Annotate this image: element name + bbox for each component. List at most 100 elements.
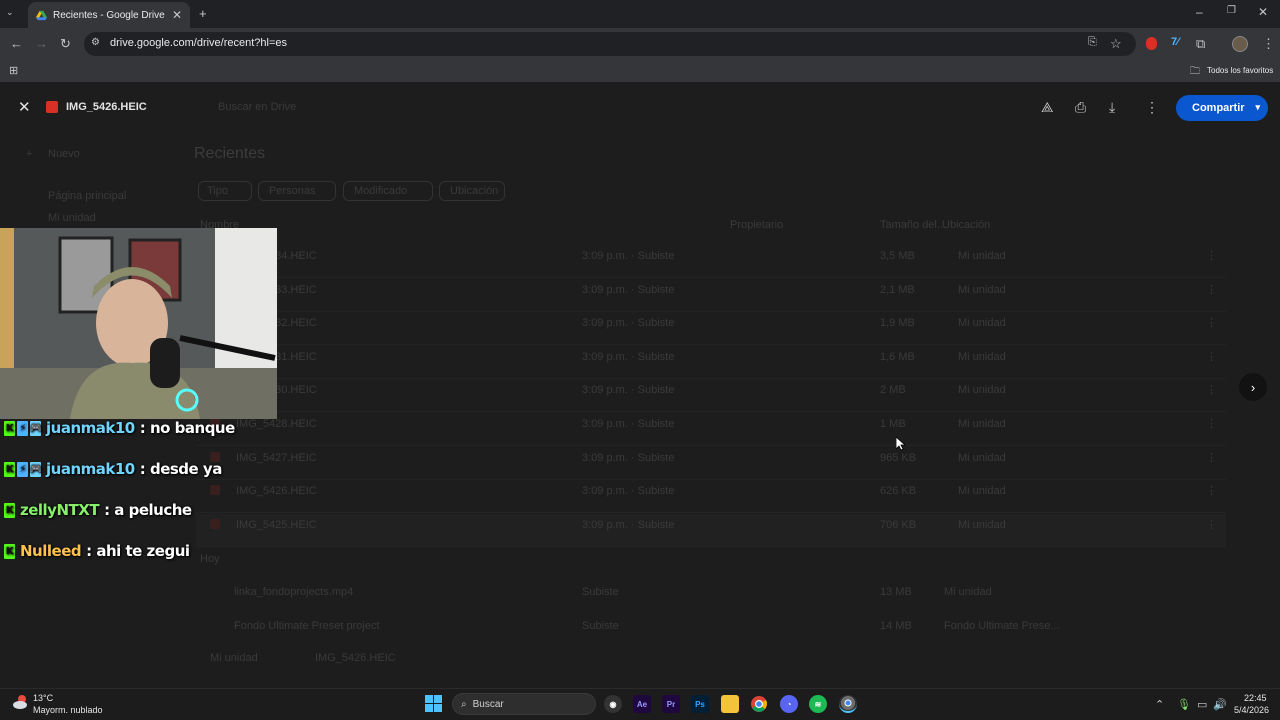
bookmark-star-icon[interactable]: ☆: [1110, 36, 1122, 52]
file-location: Mi unidad: [958, 418, 1006, 430]
close-viewer-icon[interactable]: ✕: [18, 98, 31, 116]
tab-search-icon[interactable]: ⌄: [6, 7, 14, 18]
row-more-icon[interactable]: ⋮: [1206, 316, 1217, 329]
breadcrumb-root: Mi unidad: [210, 652, 258, 664]
profile-avatar[interactable]: [1232, 36, 1248, 52]
file-row[interactable]: IMG_5433.HEIC3:09 p.m. · Subiste2,1 MBMi…: [196, 279, 1226, 312]
file-name: IMG_5426.HEIC: [236, 485, 317, 497]
extensions-puzzle-icon[interactable]: ⧉: [1196, 36, 1205, 52]
file-row[interactable]: IMG_5434.HEIC3:09 p.m. · Subiste3,5 MBMi…: [196, 245, 1226, 278]
file-name: IMG_5427.HEIC: [236, 452, 317, 464]
row-more-icon[interactable]: ⋮: [1206, 283, 1217, 296]
windows-start-icon[interactable]: [425, 695, 442, 712]
add-to-drive-icon[interactable]: ⟁: [1041, 99, 1054, 116]
reload-icon[interactable]: ↻: [60, 36, 71, 52]
print-icon[interactable]: ⎙: [1075, 99, 1086, 116]
file-explorer-icon[interactable]: [721, 695, 739, 713]
share-button[interactable]: Compartir ▾: [1176, 95, 1268, 121]
premiere-icon[interactable]: Pr: [662, 695, 680, 713]
section-label: Hoy: [200, 553, 220, 565]
spotify-icon[interactable]: ≋: [809, 695, 827, 713]
file-row[interactable]: IMG_5431.HEIC3:09 p.m. · Subiste1,6 MBMi…: [196, 346, 1226, 379]
volume-icon[interactable]: 🔊: [1213, 698, 1227, 711]
row-more-icon[interactable]: ⋮: [1206, 417, 1217, 430]
chat-username: juanmak10: [46, 460, 135, 478]
tab-close-icon[interactable]: ✕: [172, 8, 182, 22]
browser-tab[interactable]: Recientes - Google Drive ✕: [28, 2, 190, 28]
after-effects-icon[interactable]: Ae: [633, 695, 651, 713]
file-date: 3:09 p.m. · Subiste: [582, 418, 675, 430]
extension-translate-icon[interactable]: 7⁄: [1171, 36, 1179, 48]
microphone-icon[interactable]: 🎙: [1177, 698, 1191, 711]
file-row[interactable]: IMG_5432.HEIC3:09 p.m. · Subiste1,9 MBMi…: [196, 312, 1226, 345]
taskbar-search[interactable]: ⌕ Buscar: [452, 693, 596, 715]
minimize-icon[interactable]: –: [1196, 5, 1203, 19]
file-row[interactable]: linka_fondoprojects.mp4 Subiste 13 MB Mi un…: [196, 581, 1226, 614]
chat-text: : ahi te zegui: [86, 542, 190, 560]
row-more-icon[interactable]: ⋮: [1206, 383, 1217, 396]
file-row[interactable]: IMG_5430.HEIC3:09 p.m. · Subiste2 MBMi u…: [196, 379, 1226, 412]
page-title: Recientes: [194, 145, 266, 162]
file-size: 1 MB: [880, 418, 906, 430]
row-more-icon[interactable]: ⋮: [1206, 518, 1217, 531]
file-row[interactable]: IMG_5425.HEIC 3:09 p.m. · Subiste 706 KB Mi…: [196, 514, 1226, 547]
install-app-icon[interactable]: ⎘: [1088, 36, 1097, 49]
share-label: Compartir: [1192, 102, 1245, 114]
clock-date[interactable]: 5/4/2026: [1234, 705, 1269, 715]
nav-home: Página principal: [48, 190, 127, 202]
back-icon[interactable]: ←: [10, 36, 23, 51]
next-file-button[interactable]: ›: [1239, 373, 1267, 401]
file-date: 3:09 p.m. · Subiste: [582, 250, 675, 262]
forward-icon[interactable]: →: [35, 36, 48, 51]
browser-tab-strip: [0, 0, 1280, 28]
chrome-active-icon[interactable]: [839, 695, 857, 713]
apps-grid-icon[interactable]: ⊞: [9, 64, 18, 77]
file-location: Mi unidad: [944, 586, 992, 598]
file-size: 14 MB: [880, 620, 912, 632]
filter-type: Tipo: [198, 181, 252, 201]
row-more-icon[interactable]: ⋮: [1206, 451, 1217, 464]
file-row[interactable]: IMG_5427.HEIC 3:09 p.m. · Subiste 965 KB Mi…: [196, 447, 1226, 480]
filter-people: Personas: [258, 181, 336, 201]
file-location: Fondo Ultimate Prese...: [944, 620, 1060, 632]
file-row[interactable]: Fondo Ultimate Preset project Subiste 14 M…: [196, 615, 1226, 648]
google-drive-icon: [36, 10, 47, 21]
file-location: Mi unidad: [958, 452, 1006, 464]
window-close-icon[interactable]: ✕: [1258, 5, 1268, 19]
tab-title: Recientes - Google Drive: [53, 9, 165, 21]
tray-expand-icon[interactable]: ⌃: [1155, 698, 1164, 711]
obs-icon[interactable]: ◉: [604, 695, 622, 713]
weather-description[interactable]: Mayorm. nublado: [33, 705, 103, 715]
new-tab-icon[interactable]: +: [199, 6, 207, 21]
chrome-menu-icon[interactable]: ⋮: [1262, 36, 1275, 52]
chat-badge-icon: K: [4, 420, 15, 436]
file-row[interactable]: IMG_5428.HEIC 3:09 p.m. · Subiste 1 MB Mi u…: [196, 413, 1226, 446]
column-owner: Propietario: [730, 219, 784, 231]
file-size: 965 KB: [880, 452, 917, 464]
file-date: 3:09 p.m. · Subiste: [582, 519, 675, 531]
chevron-right-icon: ›: [1250, 379, 1256, 395]
file-date: Subiste: [582, 620, 619, 632]
photoshop-icon[interactable]: Ps: [691, 695, 709, 713]
download-icon[interactable]: ⤓: [1109, 99, 1115, 116]
row-more-icon[interactable]: ⋮: [1206, 350, 1217, 363]
network-icon[interactable]: ▭: [1197, 698, 1207, 711]
site-info-icon[interactable]: ⚙: [91, 37, 100, 48]
restore-icon[interactable]: ❐: [1227, 5, 1236, 16]
file-row[interactable]: IMG_5426.HEIC 3:09 p.m. · Subiste 626 KB Mi…: [196, 480, 1226, 513]
more-options-icon[interactable]: ⋮: [1145, 99, 1159, 116]
row-more-icon[interactable]: ⋮: [1206, 249, 1217, 262]
search-icon: ⌕: [461, 698, 467, 710]
chrome-icon[interactable]: [750, 695, 768, 713]
chat-badge-icon: 🎮: [29, 420, 42, 436]
share-dropdown-icon[interactable]: ▾: [1255, 102, 1260, 113]
extension-red-icon[interactable]: [1146, 37, 1157, 50]
file-size: 13 MB: [880, 586, 912, 598]
discord-icon[interactable]: ◔: [780, 695, 798, 713]
weather-cloud-icon[interactable]: [12, 694, 30, 710]
url-text[interactable]: drive.google.com/drive/recent?hl=es: [110, 37, 287, 49]
weather-temperature[interactable]: 13°C: [33, 693, 53, 703]
all-bookmarks-label[interactable]: Todos los favoritos: [1207, 66, 1273, 75]
clock-time[interactable]: 22:45: [1244, 693, 1267, 703]
row-more-icon[interactable]: ⋮: [1206, 484, 1217, 497]
